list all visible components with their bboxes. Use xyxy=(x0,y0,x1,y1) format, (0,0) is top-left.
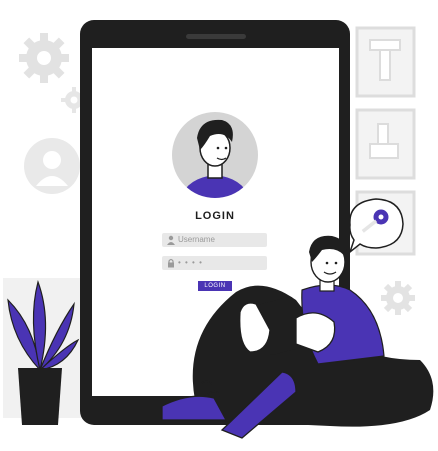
login-button[interactable]: LOGIN xyxy=(198,281,232,291)
username-field[interactable]: Username xyxy=(162,233,267,247)
picture-frame xyxy=(355,26,416,98)
user-avatar-icon xyxy=(24,138,80,194)
password-mask: • • • • xyxy=(178,258,203,267)
picture-frame xyxy=(355,108,416,180)
login-title: LOGIN xyxy=(195,210,235,222)
user-icon xyxy=(167,235,175,245)
tablet-speaker xyxy=(186,34,246,39)
gear-icon xyxy=(19,33,69,83)
background-illustration xyxy=(3,20,434,439)
gear-icon xyxy=(381,281,415,315)
lock-icon xyxy=(168,258,174,268)
password-field[interactable]: • • • • xyxy=(162,256,267,270)
username-placeholder: Username xyxy=(178,235,215,244)
